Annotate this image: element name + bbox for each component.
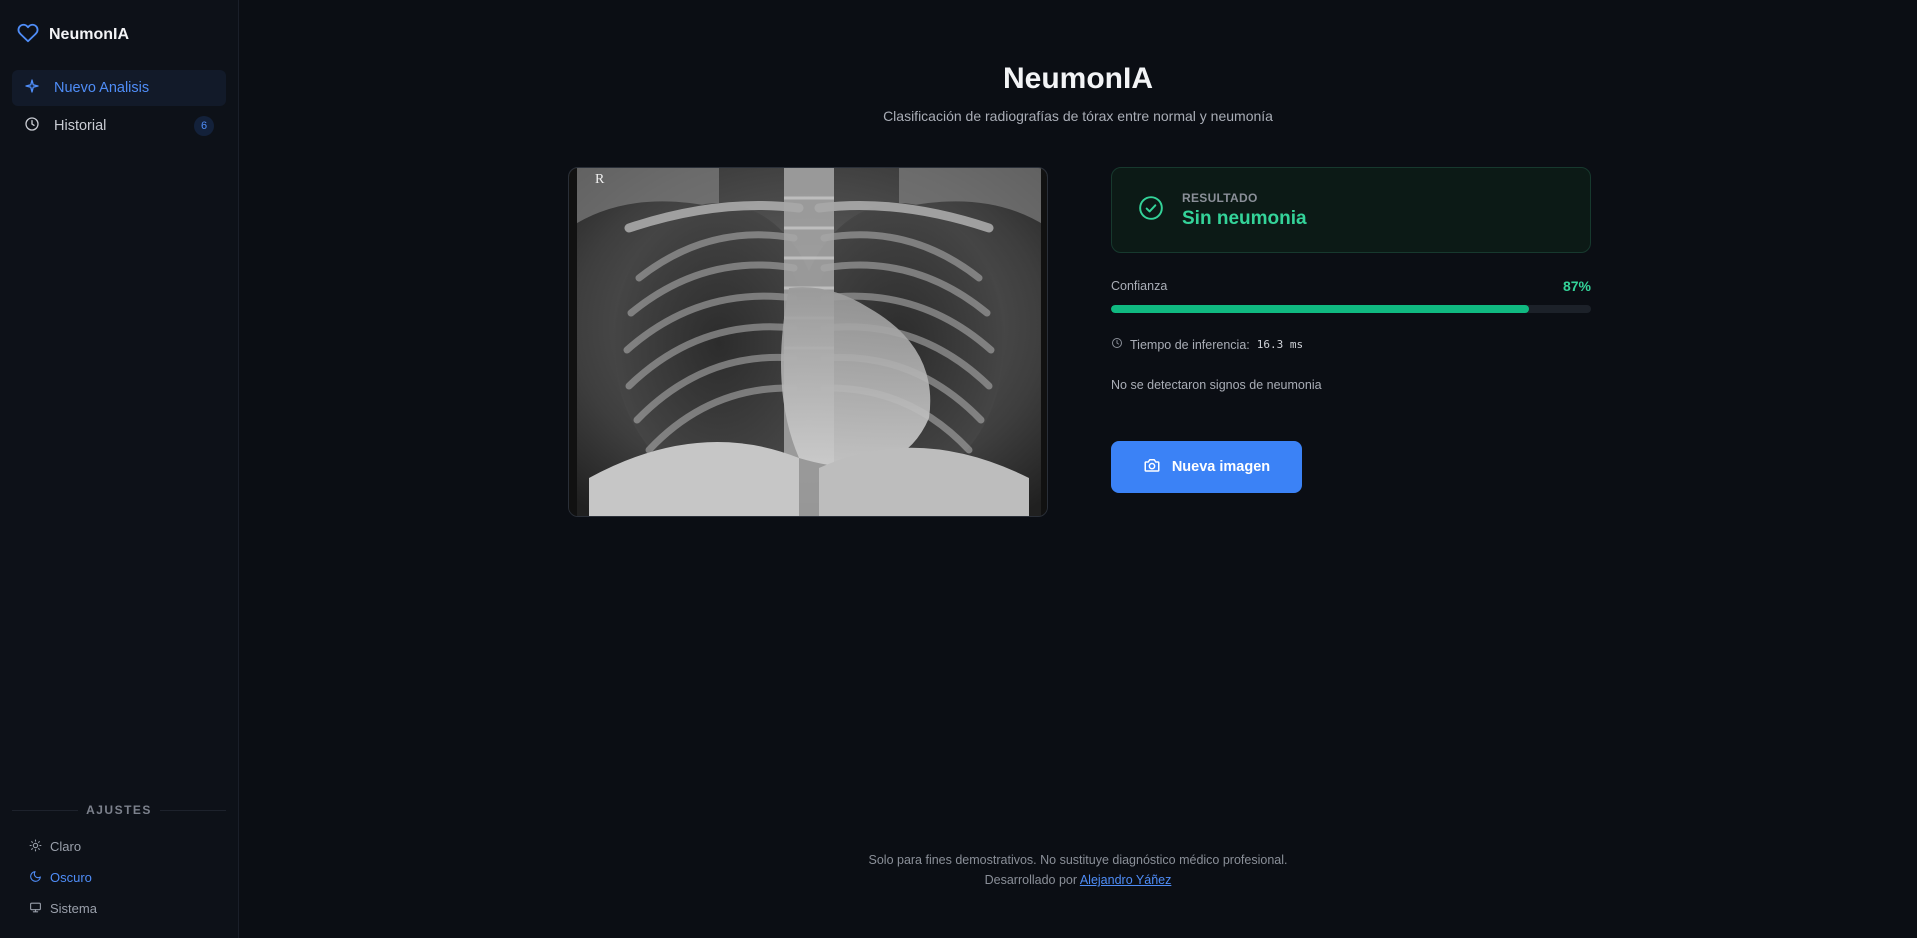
footer-credits: Desarrollado por Alejandro Yáñez [239,870,1917,890]
author-link[interactable]: Alejandro Yáñez [1080,873,1172,887]
page-title: NeumonIA [1003,62,1153,95]
confidence-bar [1111,305,1591,313]
sun-icon [29,839,42,855]
clock-icon [24,116,40,136]
result-label: RESULTADO [1182,190,1258,205]
theme-dark-option[interactable]: Oscuro [12,862,226,893]
divider [12,809,79,811]
new-image-button[interactable]: Nueva imagen [1111,441,1302,493]
clock-icon [1111,337,1123,352]
divider [159,809,227,811]
sidebar-item-historial[interactable]: Historial 6 [12,108,226,144]
sparkle-icon [24,78,40,98]
theme-light-label: Claro [50,839,82,854]
new-image-button-label: Nueva imagen [1171,459,1271,475]
theme-light-option[interactable]: Claro [12,831,226,862]
check-circle-icon [1138,195,1164,226]
heart-icon [17,22,39,49]
inference-value: 16.3 ms [1256,338,1304,351]
sidebar-item-label: Nuevo Analisis [54,80,150,96]
brand[interactable]: NeumonIA [12,0,226,70]
sidebar: NeumonIA Nuevo Analisis Historial 6 AJUS… [0,0,239,938]
sidebar-nav: Nuevo Analisis Historial 6 [12,70,226,144]
monitor-icon [29,901,42,917]
theme-system-option[interactable]: Sistema [12,893,226,924]
inference-label: Tiempo de inferencia: [1130,337,1250,352]
main-content: NeumonIA Clasificación de radiografías d… [239,0,1917,938]
sidebar-item-label: Historial [54,118,107,134]
brand-name: NeumonIA [49,26,129,43]
page-subtitle: Clasificación de radiografías de tórax e… [883,108,1273,124]
confidence-bar-fill [1111,305,1529,313]
xray-image: R [568,167,1048,517]
theme-system-label: Sistema [50,901,97,916]
confidence-percent: 87% [1562,278,1591,294]
result-value: Sin neumonia [1182,207,1307,229]
inference-time: Tiempo de inferencia: 16.3 ms [1111,337,1303,352]
settings-title: AJUSTES [86,803,152,817]
camera-icon [1143,456,1161,478]
moon-icon [29,870,42,886]
app-root: NeumonIA Nuevo Analisis Historial 6 AJUS… [0,0,1917,938]
confidence-row: Confianza 87% [1111,278,1591,294]
confidence-label: Confianza [1111,279,1168,293]
footer: Solo para fines demostrativos. No sustit… [239,850,1917,890]
result-card: RESULTADO Sin neumonia [1111,167,1591,253]
result-description: No se detectaron signos de neumonia [1111,378,1322,392]
sidebar-item-nuevo-analisis[interactable]: Nuevo Analisis [12,70,226,106]
footer-disclaimer: Solo para fines demostrativos. No sustit… [868,853,1288,867]
theme-dark-label: Oscuro [50,870,92,885]
settings-section: AJUSTES Claro Oscuro Sistema [12,803,227,938]
historial-count-badge: 6 [194,116,214,136]
footer-developed-by: Desarrollado por [984,873,1078,887]
xray-side-marker: R [595,172,605,187]
